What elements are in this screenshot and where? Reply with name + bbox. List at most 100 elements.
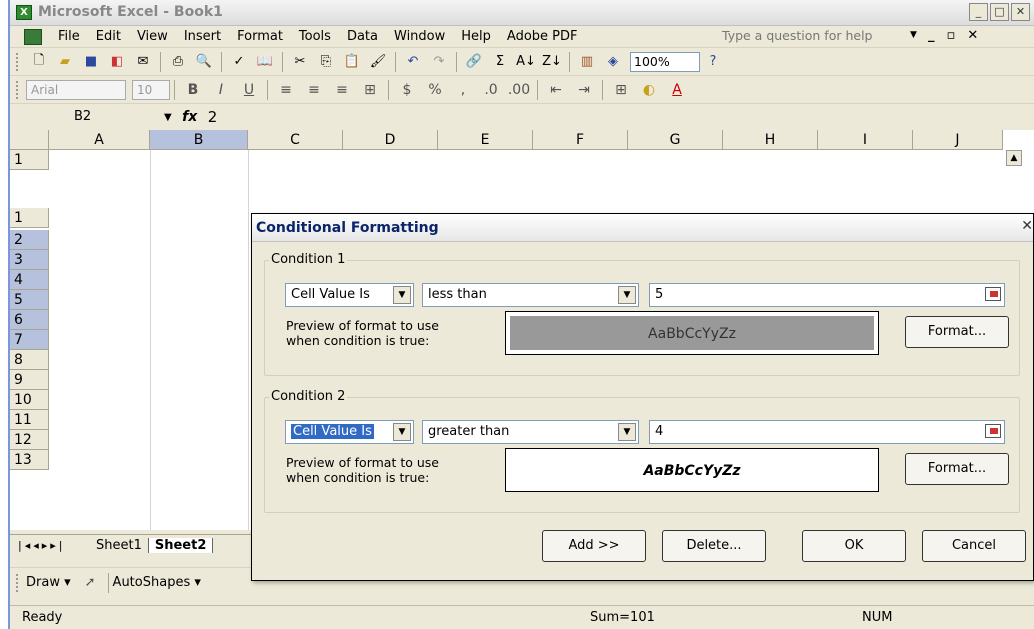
doc-minimize-button[interactable]: _ <box>928 28 935 43</box>
condition-2-format-button[interactable]: Format... <box>905 453 1009 485</box>
draw-menu-button[interactable]: Draw ▾ <box>26 575 71 590</box>
column-header-h[interactable]: H <box>723 130 818 150</box>
row-header-1[interactable]: 1 <box>10 150 49 170</box>
range-reference-icon[interactable] <box>985 424 1001 438</box>
doc-restore-button[interactable]: ▫ <box>947 28 956 43</box>
drawing-icon[interactable]: ◈ <box>603 52 623 72</box>
name-box[interactable]: B2 <box>20 107 162 127</box>
save-icon[interactable]: ■ <box>81 52 101 72</box>
row-header-5[interactable]: 5 <box>10 290 49 310</box>
currency-icon[interactable]: $ <box>395 82 419 98</box>
column-header-b[interactable]: B <box>150 130 248 150</box>
fill-color-icon[interactable]: ◐ <box>637 82 661 98</box>
column-header-a[interactable]: A <box>49 130 150 150</box>
menu-file[interactable]: File <box>50 29 88 44</box>
italic-icon[interactable]: I <box>209 82 233 98</box>
row-header-11[interactable]: 11 <box>10 410 49 430</box>
bold-icon[interactable]: B <box>181 82 205 98</box>
font-select[interactable]: Arial <box>26 79 126 100</box>
sort-ascending-icon[interactable]: A↓ <box>516 52 536 72</box>
condition-2-type-select[interactable]: Cell Value Is ▼ <box>285 420 414 444</box>
menu-tools[interactable]: Tools <box>291 29 339 44</box>
column-header-f[interactable]: F <box>533 130 628 150</box>
autosum-icon[interactable]: Σ <box>490 52 510 72</box>
autoshapes-menu-button[interactable]: AutoShapes ▾ <box>113 575 201 590</box>
column-header-j[interactable]: J <box>913 130 1003 150</box>
comma-style-icon[interactable]: , <box>451 82 475 98</box>
row-header-6[interactable]: 6 <box>10 310 49 330</box>
increase-indent-icon[interactable]: ⇥ <box>572 82 596 98</box>
chart-wizard-icon[interactable]: ▥ <box>577 52 597 72</box>
menu-adobe-pdf[interactable]: Adobe PDF <box>499 29 586 44</box>
dropdown-arrow-icon[interactable]: ▼ <box>393 423 411 441</box>
menu-insert[interactable]: Insert <box>176 29 229 44</box>
help-icon[interactable]: ? <box>703 52 723 72</box>
toolbar-grip[interactable] <box>16 573 20 592</box>
font-color-icon[interactable]: A <box>665 82 689 98</box>
email-icon[interactable]: ✉ <box>133 52 153 72</box>
condition-1-format-button[interactable]: Format... <box>905 316 1009 348</box>
format-painter-icon[interactable]: 🖌 <box>368 52 388 72</box>
add-button[interactable]: Add >> <box>542 530 646 562</box>
font-size-select[interactable]: 10 <box>132 79 170 100</box>
select-all-corner[interactable] <box>10 130 49 150</box>
decrease-decimal-icon[interactable]: .00 <box>507 82 531 98</box>
print-preview-icon[interactable]: 🔍 <box>194 52 214 72</box>
paste-icon[interactable]: 📋 <box>342 52 362 72</box>
permission-icon[interactable]: ◧ <box>107 52 127 72</box>
delete-button[interactable]: Delete... <box>662 530 766 562</box>
column-header-d[interactable]: D <box>343 130 438 150</box>
borders-icon[interactable]: ⊞ <box>609 82 633 98</box>
row-header-9[interactable]: 9 <box>10 370 49 390</box>
row-header-3[interactable]: 3 <box>10 250 49 270</box>
row-header-8[interactable]: 8 <box>10 350 49 370</box>
row-header-1[interactable]: 1 <box>10 208 49 228</box>
row-header-12[interactable]: 12 <box>10 430 49 450</box>
dropdown-arrow-icon[interactable]: ▼ <box>393 286 411 304</box>
column-header-e[interactable]: E <box>438 130 533 150</box>
sort-descending-icon[interactable]: Z↓ <box>542 52 562 72</box>
zoom-select[interactable]: 100% <box>630 51 700 72</box>
menu-data[interactable]: Data <box>339 29 386 44</box>
scroll-up-arrow[interactable]: ▲ <box>1006 150 1022 166</box>
copy-icon[interactable]: ⎘ <box>316 52 336 72</box>
dropdown-arrow-icon[interactable]: ▼ <box>618 286 636 304</box>
merge-center-icon[interactable]: ⊞ <box>358 82 382 98</box>
row-header-2[interactable]: 2 <box>10 230 49 250</box>
toolbar-grip[interactable] <box>16 52 20 71</box>
align-center-icon[interactable]: ≡ <box>302 82 326 98</box>
condition-1-type-select[interactable]: Cell Value Is ▼ <box>285 283 414 307</box>
menu-format[interactable]: Format <box>229 29 291 44</box>
open-icon[interactable]: ▰ <box>55 52 75 72</box>
align-right-icon[interactable]: ≡ <box>330 82 354 98</box>
column-header-i[interactable]: I <box>818 130 913 150</box>
tab-scroll-arrows[interactable]: |◂◂▸▸| <box>10 539 90 552</box>
menu-view[interactable]: View <box>129 29 176 44</box>
underline-icon[interactable]: U <box>237 82 261 98</box>
condition-2-operator-select[interactable]: greater than ▼ <box>422 420 639 444</box>
range-reference-icon[interactable] <box>985 287 1001 301</box>
menu-help[interactable]: Help <box>453 29 499 44</box>
tab-sheet1[interactable]: Sheet1 <box>90 538 149 553</box>
row-header-10[interactable]: 10 <box>10 390 49 410</box>
tab-sheet2[interactable]: Sheet2 <box>148 538 214 553</box>
condition-1-operator-select[interactable]: less than ▼ <box>422 283 639 307</box>
row-header-4[interactable]: 4 <box>10 270 49 290</box>
research-icon[interactable]: 📖 <box>255 52 275 72</box>
doc-close-button[interactable]: ✕ <box>967 28 978 43</box>
menu-edit[interactable]: Edit <box>88 29 129 44</box>
insert-function-icon[interactable]: fx <box>172 109 208 125</box>
percent-icon[interactable]: % <box>423 82 447 98</box>
formula-input[interactable]: 2 <box>208 108 218 126</box>
workbook-icon[interactable] <box>24 28 42 45</box>
print-icon[interactable]: ⎙ <box>168 52 188 72</box>
select-objects-icon[interactable]: ➚ <box>85 575 96 590</box>
dropdown-arrow-icon[interactable]: ▼ <box>618 423 636 441</box>
undo-icon[interactable]: ↶ <box>403 52 423 72</box>
redo-icon[interactable]: ↷ <box>429 52 449 72</box>
minimize-button[interactable]: _ <box>969 3 988 21</box>
help-search-input[interactable]: Type a question for help <box>718 26 908 46</box>
increase-decimal-icon[interactable]: .0 <box>479 82 503 98</box>
dialog-close-icon[interactable]: ✕ <box>1021 218 1033 234</box>
column-header-c[interactable]: C <box>248 130 343 150</box>
